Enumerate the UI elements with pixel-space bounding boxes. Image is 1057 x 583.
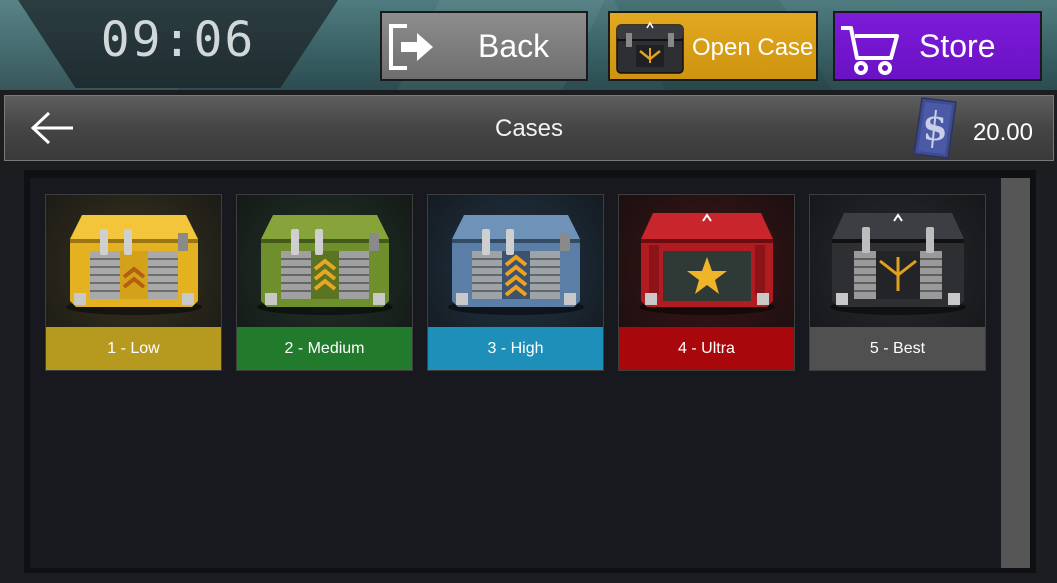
- case-image-high: [428, 195, 603, 327]
- back-button[interactable]: Back: [380, 11, 588, 81]
- case-card-ultra[interactable]: 4 - Ultra: [618, 194, 795, 371]
- store-button-label: Store: [919, 28, 996, 64]
- case-card-high[interactable]: 3 - High: [427, 194, 604, 371]
- clock: 09:06: [100, 12, 256, 68]
- back-button-label: Back: [478, 28, 550, 64]
- case-label-low: 1 - Low: [46, 327, 221, 370]
- coin-icon: S: [913, 97, 957, 159]
- case-card-medium[interactable]: 2 - Medium: [236, 194, 413, 371]
- case-label-ultra: 4 - Ultra: [619, 327, 794, 370]
- case-card-low[interactable]: 1 - Low: [45, 194, 222, 371]
- store-button[interactable]: Store: [833, 11, 1042, 81]
- cart-icon: [841, 26, 899, 75]
- case-image-medium: [237, 195, 412, 327]
- open-case-button-label: Open Case: [692, 34, 814, 61]
- case-image-ultra: [619, 195, 794, 327]
- case-image-best: [810, 195, 985, 327]
- page-header: Cases S 20.00: [4, 95, 1054, 161]
- open-case-button[interactable]: Open Case: [608, 11, 818, 81]
- case-image-low: [46, 195, 221, 327]
- case-label-medium: 2 - Medium: [237, 327, 412, 370]
- case-label-best: 5 - Best: [810, 327, 985, 370]
- case-label-high: 3 - High: [428, 327, 603, 370]
- scrollbar[interactable]: [1001, 178, 1030, 568]
- balance-value: 20.00: [972, 119, 1033, 146]
- case-card-best[interactable]: 5 - Best: [809, 194, 986, 371]
- case-icon: [616, 21, 684, 74]
- page-title: Cases: [494, 115, 564, 142]
- exit-icon: [389, 24, 433, 70]
